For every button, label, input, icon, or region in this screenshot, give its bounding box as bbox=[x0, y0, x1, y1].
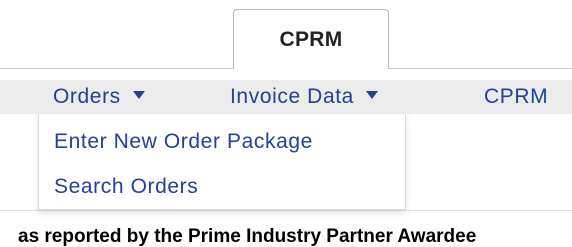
menu-orders[interactable]: Orders bbox=[53, 80, 145, 114]
chevron-down-icon bbox=[365, 91, 378, 100]
section-divider bbox=[0, 210, 572, 211]
chevron-down-icon bbox=[132, 91, 145, 100]
menu-item-label: Search Orders bbox=[54, 175, 199, 198]
menu-invoice-data-label: Invoice Data bbox=[230, 85, 354, 108]
menu-item-label: Enter New Order Package bbox=[54, 130, 313, 153]
page-caption: as reported by the Prime Industry Partne… bbox=[18, 226, 477, 247]
tab-cprm[interactable]: CPRM bbox=[233, 9, 389, 69]
menu-item-enter-new-order-package[interactable]: Enter New Order Package bbox=[54, 126, 313, 158]
menu-bar: Orders Invoice Data CPRM bbox=[0, 80, 572, 114]
orders-dropdown-menu: Enter New Order Package Search Orders bbox=[38, 114, 406, 210]
tab-cprm-label: CPRM bbox=[279, 27, 343, 51]
menu-orders-label: Orders bbox=[53, 85, 121, 108]
menu-item-search-orders[interactable]: Search Orders bbox=[54, 171, 198, 203]
menu-invoice-data[interactable]: Invoice Data bbox=[230, 80, 378, 114]
page: CPRM Orders Invoice Data CPRM Enter New … bbox=[0, 0, 572, 247]
menu-cprm-label: CPRM bbox=[484, 85, 549, 108]
menu-cprm[interactable]: CPRM bbox=[484, 80, 548, 114]
